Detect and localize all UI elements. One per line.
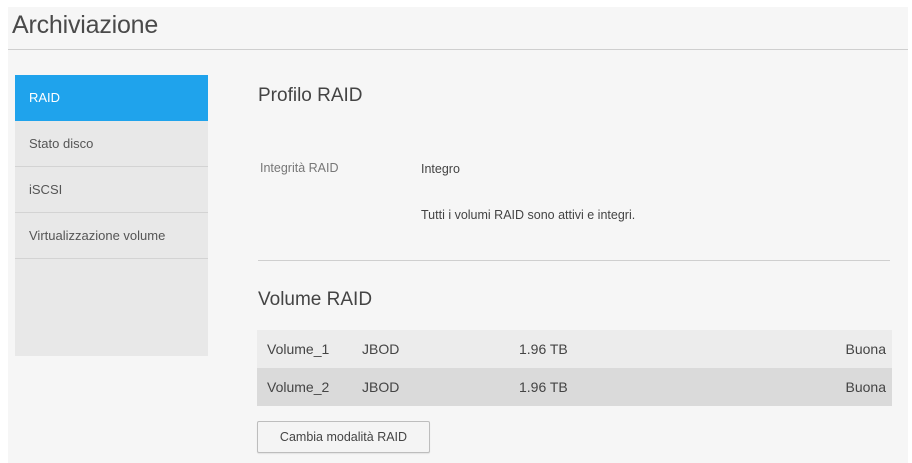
- table-row[interactable]: Volume_1 JBOD 1.96 TB Buona: [257, 330, 892, 368]
- volume-status: Buona: [845, 341, 886, 357]
- volume-status: Buona: [845, 379, 886, 395]
- title-divider: [8, 49, 908, 50]
- sidebar: RAID Stato disco iSCSI Virtualizzazione …: [15, 75, 208, 356]
- raid-profile-title: Profilo RAID: [258, 85, 363, 106]
- table-row[interactable]: Volume_2 JBOD 1.96 TB Buona: [257, 368, 892, 406]
- volume-name: Volume_2: [267, 379, 330, 395]
- sidebar-item-volume-virtualization[interactable]: Virtualizzazione volume: [15, 213, 208, 259]
- volume-size: 1.96 TB: [519, 341, 568, 357]
- sidebar-item-iscsi[interactable]: iSCSI: [15, 167, 208, 213]
- raid-volume-table: Volume_1 JBOD 1.96 TB Buona Volume_2 JBO…: [257, 330, 892, 406]
- sidebar-item-label: iSCSI: [29, 182, 63, 197]
- section-divider: [258, 260, 890, 261]
- raid-integrity-value: Integro: [421, 162, 460, 176]
- change-raid-mode-button[interactable]: Cambia modalità RAID: [257, 421, 430, 453]
- sidebar-item-disk-status[interactable]: Stato disco: [15, 121, 208, 167]
- raid-integrity-message: Tutti i volumi RAID sono attivi e integr…: [421, 208, 636, 222]
- sidebar-item-label: RAID: [29, 90, 61, 105]
- volume-size: 1.96 TB: [519, 379, 568, 395]
- sidebar-item-label: Stato disco: [29, 136, 94, 151]
- raid-integrity-label: Integrità RAID: [260, 161, 339, 175]
- sidebar-item-raid[interactable]: RAID: [15, 75, 208, 121]
- page-title: Archiviazione: [12, 11, 159, 39]
- sidebar-item-label: Virtualizzazione volume: [29, 228, 166, 243]
- storage-page: Archiviazione RAID Stato disco iSCSI Vir…: [8, 7, 908, 463]
- volume-type: JBOD: [362, 341, 400, 357]
- volume-type: JBOD: [362, 379, 400, 395]
- raid-volumes-title: Volume RAID: [258, 289, 373, 310]
- volume-name: Volume_1: [267, 341, 330, 357]
